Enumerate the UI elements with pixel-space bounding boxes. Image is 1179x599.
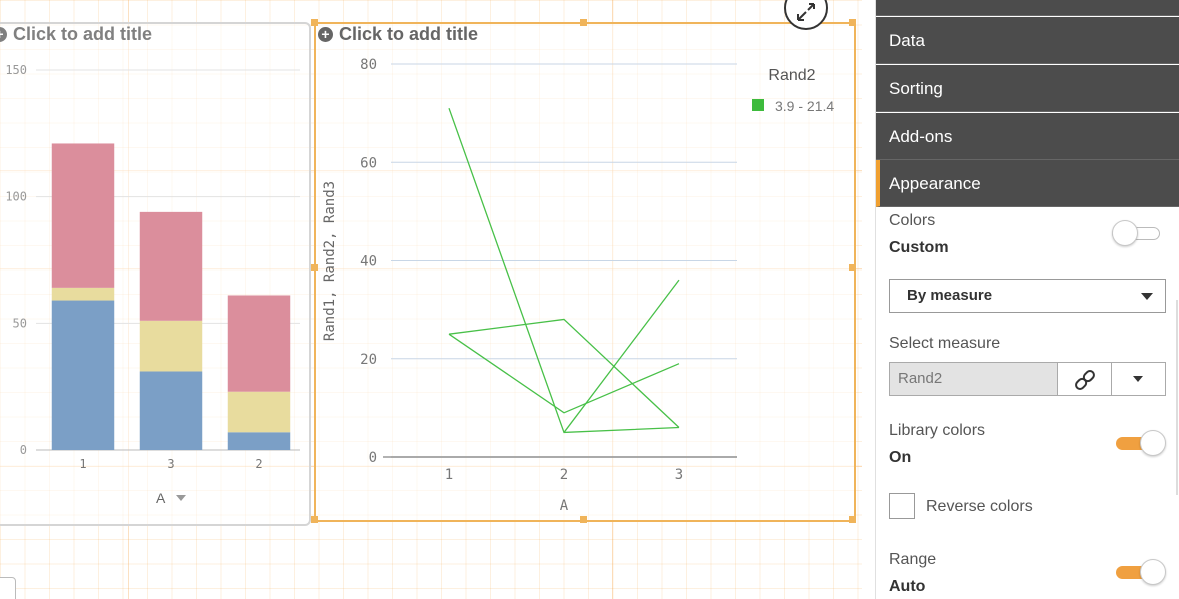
section-addons-label: Add-ons bbox=[889, 127, 953, 146]
link-icon bbox=[1075, 370, 1095, 390]
section-data[interactable]: Data bbox=[876, 17, 1179, 64]
select-measure-label: Select measure bbox=[889, 335, 1001, 352]
reverse-colors-label: Reverse colors bbox=[926, 498, 1033, 515]
range-value: Auto bbox=[889, 578, 926, 595]
section-addons[interactable]: Add-ons bbox=[876, 113, 1179, 160]
line-y-tick-label: 0 bbox=[369, 450, 377, 466]
section-sorting-label: Sorting bbox=[889, 79, 943, 98]
line-y-tick-label: 40 bbox=[360, 254, 377, 270]
chevron-down-icon bbox=[1141, 293, 1153, 300]
line-series bbox=[563, 279, 680, 433]
sheet-canvas[interactable]: +Click to add title 050100150132 A +Clic… bbox=[0, 0, 862, 599]
measure-input[interactable]: Rand2 bbox=[889, 362, 1058, 396]
section-appearance[interactable]: Appearance bbox=[876, 160, 1179, 207]
color-mode-value: By measure bbox=[907, 287, 993, 304]
legend-entry: 3.9 - 21.4 bbox=[775, 98, 834, 114]
line-x-axis-label: A bbox=[560, 498, 569, 514]
library-colors-toggle[interactable] bbox=[1116, 430, 1166, 456]
measure-value: Rand2 bbox=[898, 370, 943, 387]
legend-title: Rand2 bbox=[768, 67, 815, 84]
sheet-object-stub[interactable] bbox=[0, 577, 16, 599]
measure-dropdown[interactable] bbox=[1111, 362, 1166, 396]
line-y-tick-label: 60 bbox=[360, 155, 377, 171]
expand-icon bbox=[797, 3, 815, 21]
line-y-axis-label: Rand1, Rand2, Rand3 bbox=[322, 181, 338, 341]
expand-button[interactable] bbox=[784, 0, 828, 30]
toggle-knob bbox=[1112, 220, 1138, 246]
line-series bbox=[448, 318, 680, 428]
line-y-tick-label: 80 bbox=[360, 57, 377, 73]
range-toggle[interactable] bbox=[1116, 559, 1166, 585]
colors-toggle[interactable] bbox=[1112, 220, 1162, 246]
panel-gap bbox=[862, 0, 875, 599]
panel-scrollbar[interactable] bbox=[1176, 300, 1178, 495]
range-label: Range bbox=[889, 551, 937, 568]
color-mode-dropdown[interactable]: By measure bbox=[889, 279, 1166, 313]
section-header-top[interactable] bbox=[876, 0, 1179, 16]
line-chart: 0 20 40 60 80 1 2 3 A Rand1, Rand2, Rand3 Rand2 3.9… bbox=[322, 57, 834, 514]
section-data-label: Data bbox=[889, 31, 925, 50]
line-x-tick-label: 3 bbox=[675, 467, 683, 483]
library-colors-value: On bbox=[889, 449, 912, 466]
section-sorting[interactable]: Sorting bbox=[876, 65, 1179, 112]
colors-label: Colors bbox=[889, 212, 936, 229]
link-button[interactable] bbox=[1057, 362, 1112, 396]
line-x-tick-label: 1 bbox=[445, 467, 453, 483]
legend-swatch bbox=[752, 99, 764, 111]
section-appearance-label: Appearance bbox=[889, 174, 981, 193]
library-colors-label: Library colors bbox=[889, 422, 986, 439]
properties-panel: Data Sorting Add-ons Appearance Colors C… bbox=[875, 0, 1179, 599]
line-series bbox=[448, 107, 680, 434]
colors-value: Custom bbox=[889, 239, 949, 256]
toggle-knob bbox=[1140, 559, 1166, 585]
reverse-colors-checkbox[interactable] bbox=[889, 493, 915, 519]
line-x-tick-label: 2 bbox=[560, 467, 568, 483]
chevron-down-icon bbox=[1133, 376, 1143, 382]
toggle-knob bbox=[1140, 430, 1166, 456]
line-series bbox=[448, 333, 680, 414]
line-y-tick-label: 20 bbox=[360, 352, 377, 368]
